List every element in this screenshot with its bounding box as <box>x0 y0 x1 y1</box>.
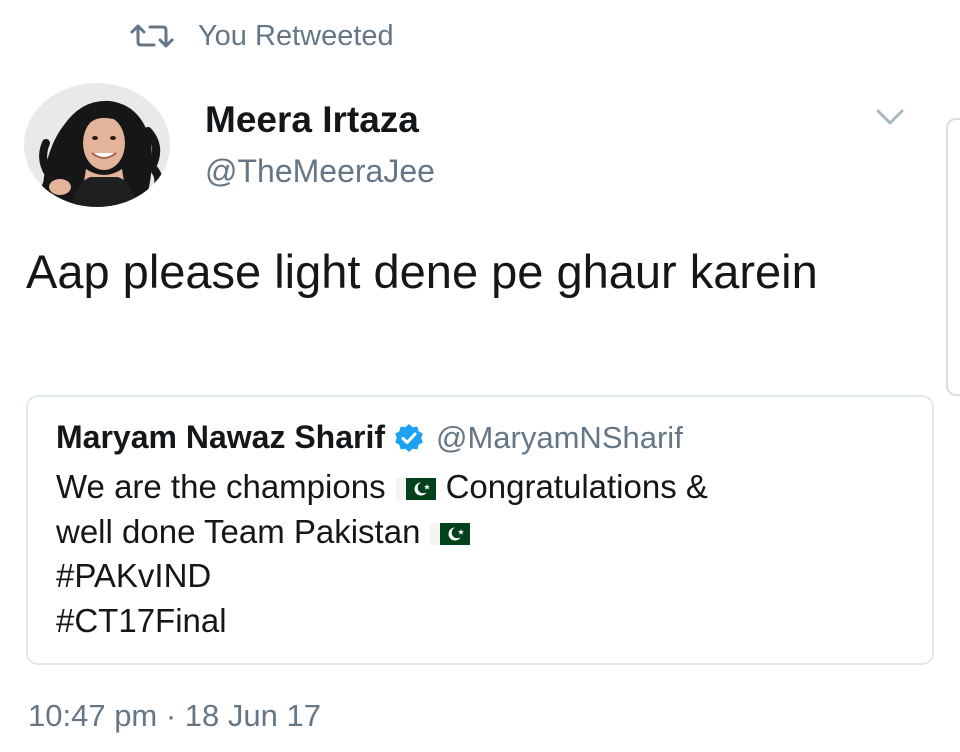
quoted-line-text: Congratulations & <box>445 468 708 505</box>
retweet-label: You Retweeted <box>198 19 394 52</box>
retweet-context: You Retweeted <box>128 18 394 54</box>
quoted-author-handle[interactable]: @MaryamNSharif <box>436 420 683 456</box>
author-handle[interactable]: @TheMeeraJee <box>205 153 435 189</box>
tweet-text: Aap please light dene pe ghaur karein <box>26 245 818 298</box>
avatar-photo <box>24 83 170 207</box>
quoted-author-name[interactable]: Maryam Nawaz Sharif <box>56 419 385 456</box>
quoted-tweet[interactable]: Maryam Nawaz Sharif @MaryamNSharif We ar… <box>26 395 934 665</box>
chevron-down-icon[interactable] <box>872 104 908 130</box>
retweet-icon <box>130 24 174 48</box>
quoted-line-text: We are the champions <box>56 468 386 505</box>
side-panel-edge <box>946 118 960 396</box>
quoted-tweet-header: Maryam Nawaz Sharif @MaryamNSharif <box>56 419 683 456</box>
quoted-tweet-text: We are the champions Congratulations & we… <box>56 465 916 643</box>
author-name[interactable]: Meera Irtaza <box>205 99 419 141</box>
quoted-line: well done Team Pakistan <box>56 510 916 555</box>
verified-badge-icon <box>395 423 423 452</box>
pakistan-flag-icon <box>395 478 436 500</box>
hashtag-link[interactable]: #PAKvIND <box>56 554 916 599</box>
hashtag-link[interactable]: #CT17Final <box>56 599 916 644</box>
quoted-line-text: well done Team Pakistan <box>56 512 421 550</box>
quoted-line: We are the champions Congratulations & <box>56 465 916 510</box>
pakistan-flag-icon <box>430 522 471 545</box>
avatar[interactable] <box>24 83 170 207</box>
tweet-timestamp[interactable]: 10:47 pm · 18 Jun 17 <box>28 698 321 734</box>
